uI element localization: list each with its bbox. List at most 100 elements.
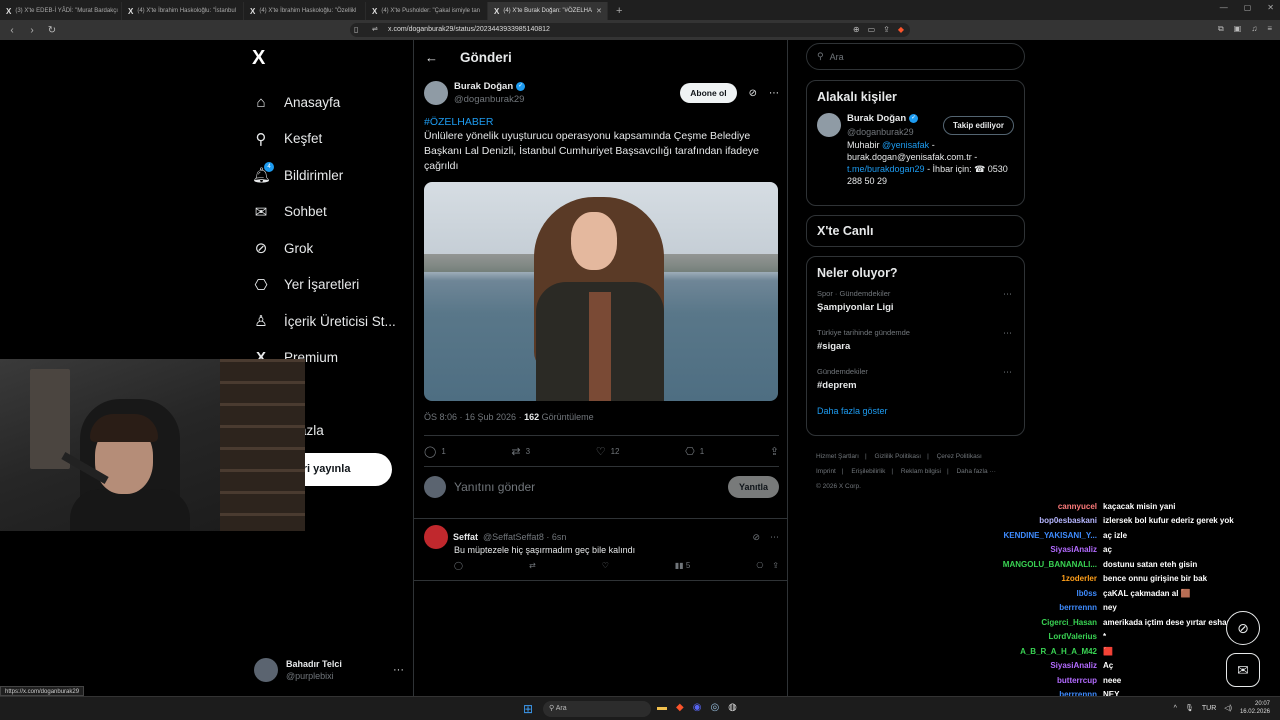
browser-tab[interactable]: X (4) X'te İbrahim Haskoloğlu: "İstanbul [122, 2, 244, 20]
language-indicator[interactable]: TUR [1202, 705, 1216, 712]
sidebar-item-notifications[interactable]: 🔔︎ 4 Bildirimler [252, 157, 396, 194]
chat-username[interactable]: lb0ss [995, 589, 1103, 598]
zoom-icon[interactable]: ⊕ [853, 23, 860, 37]
avatar[interactable] [817, 113, 841, 137]
show-more-link[interactable]: Daha fazla göster [807, 406, 1024, 416]
footer-link[interactable]: Reklam bilgisi [901, 468, 941, 475]
windows-start-icon[interactable]: ⊞ [523, 702, 533, 716]
share-action[interactable]: ⇪ [770, 445, 779, 458]
tweet-time[interactable]: ÖS 8:06 · 16 Şub 2026 · [424, 412, 524, 422]
chat-username[interactable]: MANGOLU_BANANALI... [995, 560, 1103, 569]
author-handle[interactable]: @doganburak29 [454, 94, 525, 105]
chat-username[interactable]: cannyucel [995, 502, 1103, 511]
close-icon[interactable]: ✕ [1267, 3, 1274, 12]
more-options-icon[interactable]: ⋯ [1003, 328, 1012, 339]
chat-username[interactable]: bop0esbaskani [995, 516, 1103, 525]
reload-icon[interactable]: ↻ [44, 25, 60, 36]
retweet-icon[interactable]: ⇄ [529, 561, 536, 570]
trend-item[interactable]: Türkiye tarihinde gündemde #sigara ⋯ [807, 328, 1024, 367]
brave-shield-icon[interactable]: ◆ [898, 23, 904, 37]
footer-link[interactable]: Gizlilik Politikası [875, 453, 922, 460]
related-name[interactable]: Burak Doğan [847, 113, 906, 124]
browser-tab[interactable]: X (4) X'te İbrahim Haskoloğlu: "Özellikl [244, 2, 366, 20]
chat-username[interactable]: butterrcup [995, 676, 1103, 685]
taskbar-search[interactable]: ⚲ Ara [543, 701, 651, 717]
following-button[interactable]: Takip ediliyor [943, 116, 1014, 135]
x-logo[interactable]: X [252, 47, 265, 70]
reply-input[interactable]: Yanıtını gönder [454, 480, 535, 494]
maximize-icon[interactable]: ▢ [1244, 3, 1252, 12]
messages-button[interactable]: ✉ [1226, 653, 1260, 687]
heart-icon[interactable]: ♡ [602, 561, 609, 570]
tray-chevron-icon[interactable]: ^ [1174, 705, 1177, 712]
account-switcher[interactable]: Bahadır Telci @purplebixi ··· [254, 656, 404, 684]
grok-chat-button[interactable]: ⊘ [1226, 611, 1260, 645]
more-options-icon[interactable]: ··· [393, 664, 404, 676]
subscribe-button[interactable]: Abone ol [680, 83, 737, 103]
bookmark-action[interactable]: ⎔ 1 [685, 445, 704, 458]
reply-button[interactable]: Yanıtla [727, 476, 779, 498]
discord-icon[interactable]: ◉ [693, 702, 702, 713]
clock[interactable]: 20:07 16.02.2026 [1240, 700, 1270, 716]
hashtag-link[interactable]: #ÖZELHABER [424, 116, 779, 128]
avatar[interactable] [424, 525, 448, 549]
tweet-image[interactable] [424, 182, 778, 401]
more-options-icon[interactable]: ⋯ [770, 532, 779, 543]
chat-username[interactable]: berrrennn [995, 603, 1103, 612]
sidebar-item-bookmarks[interactable]: ⎔ Yer İşaretleri [252, 267, 396, 304]
reply-action[interactable]: ◯ 1 [424, 445, 446, 458]
share-icon[interactable]: ⇪ [772, 561, 779, 570]
menu-icon[interactable]: ≡ [1267, 24, 1272, 34]
sidebar-item-explore[interactable]: ⚲ Keşfet [252, 121, 396, 158]
footer-link[interactable]: Çerez Politikası [937, 453, 982, 460]
footer-link[interactable]: Daha fazla ··· [956, 468, 995, 475]
grok-icon[interactable]: ⊘ [749, 88, 757, 99]
chat-username[interactable]: Cigerci_Hasan [995, 618, 1103, 627]
more-options-icon[interactable]: ⋯ [1003, 367, 1012, 378]
chat-username[interactable]: A_B_R_A_H_A_M42 [995, 647, 1103, 656]
sidebar-item-home[interactable]: ⌂ Anasayfa [252, 84, 396, 121]
microphone-icon[interactable]: 🎙︎ [1185, 704, 1194, 712]
author-name[interactable]: Seffat [453, 532, 478, 542]
chat-username[interactable]: SiyasiAnaliz [995, 545, 1103, 554]
author-name[interactable]: Burak Doğan [454, 81, 513, 92]
related-handle[interactable]: @doganburak29 [847, 127, 937, 137]
sidebar-item-creator-studio[interactable]: ♙ İçerik Üreticisi St... [252, 303, 396, 340]
sidebar-item-grok[interactable]: ⊘ Grok [252, 230, 396, 267]
browser-tab-active[interactable]: X (4) X'te Burak Doğan: "#ÖZELHA ✕ [488, 2, 608, 20]
bookmark-icon[interactable]: ▯ [354, 23, 358, 37]
steam-icon[interactable]: ◎ [710, 702, 719, 713]
mention-link[interactable]: @yenisafak [882, 140, 929, 150]
bookmark-icon[interactable]: ⎔ [756, 561, 763, 570]
cast-icon[interactable]: ▭ [868, 23, 876, 37]
footer-link[interactable]: Hizmet Şartları [816, 453, 859, 460]
wallet-icon[interactable]: ▣ [1234, 24, 1242, 34]
telegram-link[interactable]: t.me/burakdogan29 [847, 164, 925, 174]
grok-icon[interactable]: ⊘ [752, 532, 760, 543]
site-info-icon[interactable]: ⇌ [372, 23, 378, 37]
live-card[interactable]: X'te Canlı [806, 215, 1025, 247]
retweet-action[interactable]: ⇄ 3 [511, 445, 530, 458]
search-input[interactable]: ⚲ Ara [806, 43, 1025, 70]
minimize-icon[interactable]: — [1220, 3, 1228, 12]
address-bar[interactable]: ▯ ⇌ x.com/doganburak29/status/2023443933… [350, 23, 910, 37]
media-icon[interactable]: ♫ [1251, 24, 1257, 34]
more-options-icon[interactable]: ⋯ [1003, 289, 1012, 300]
chat-username[interactable]: SiyasiAnaliz [995, 661, 1103, 670]
extension-icon[interactable]: ⧉ [1218, 24, 1224, 34]
browser-tab[interactable]: X (3) X'te EDEB-İ YÂDİ: "Murat Bardakçı [0, 2, 122, 20]
chat-username[interactable]: KENDINE_YAKISANI_Y... [995, 531, 1103, 540]
views-action[interactable]: ▮▮ 5 [675, 561, 690, 570]
chat-username[interactable]: 1zoderler [995, 574, 1103, 583]
new-tab-icon[interactable]: + [608, 2, 630, 20]
avatar[interactable] [424, 81, 448, 105]
back-icon[interactable]: ‹ [4, 25, 20, 36]
trend-item[interactable]: Gündemdekiler #deprem ⋯ [807, 367, 1024, 406]
forward-icon[interactable]: › [24, 25, 40, 36]
brave-browser-icon[interactable]: ◆ [676, 702, 684, 713]
reply-tweet[interactable]: Seffat @SeffatSeffat8 · 6sn ⊘ ⋯ Bu müptez… [424, 525, 779, 570]
sidebar-item-chat[interactable]: ✉ Sohbet [252, 194, 396, 231]
more-options-icon[interactable]: ⋯ [769, 88, 779, 99]
browser-tab[interactable]: X (4) X'te Pusholder: "Çakal ismiyle tan [366, 2, 488, 20]
chat-username[interactable]: LordValerius [995, 632, 1103, 641]
